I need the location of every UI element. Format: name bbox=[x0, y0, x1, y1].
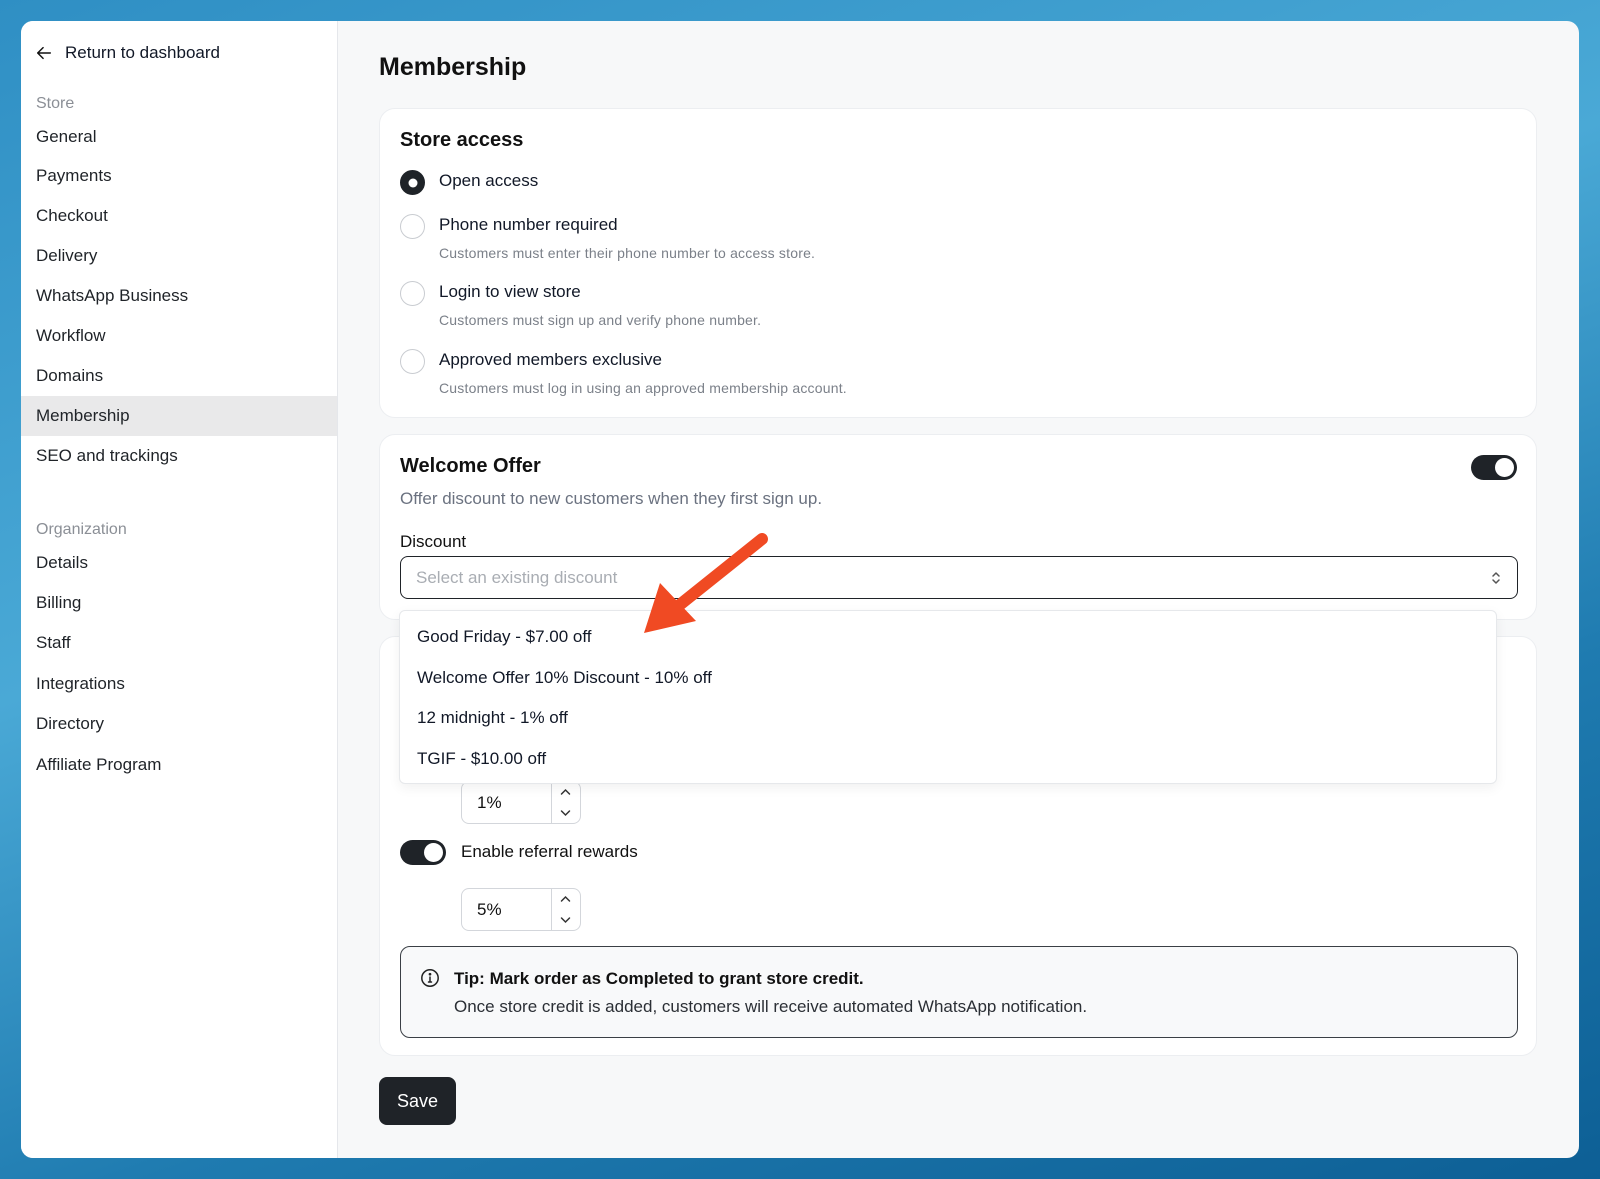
radio-open-access[interactable]: Open access bbox=[400, 170, 538, 195]
chevron-up-icon[interactable] bbox=[552, 782, 580, 803]
sidebar-item-directory[interactable]: Directory bbox=[21, 704, 337, 744]
store-access-title: Store access bbox=[400, 129, 524, 151]
chevron-up-down-icon bbox=[1492, 572, 1500, 584]
sidebar-item-seo-and-trackings[interactable]: SEO and trackings bbox=[21, 436, 337, 476]
arrow-left-icon bbox=[36, 46, 52, 60]
radio-description: Customers must sign up and verify phone … bbox=[439, 312, 762, 328]
tip-body: Once store credit is added, customers wi… bbox=[454, 997, 1088, 1016]
store-access-card: Store access Open access Phone number re… bbox=[379, 108, 1537, 418]
dropdown-option[interactable]: 12 midnight - 1% off bbox=[400, 698, 1496, 738]
radio-login-to-view-store[interactable]: Login to view store Customers must sign … bbox=[400, 281, 761, 328]
sidebar-item-checkout[interactable]: Checkout bbox=[21, 196, 337, 236]
tip-box: Tip: Mark order as Completed to grant st… bbox=[400, 946, 1518, 1038]
dropdown-option[interactable]: Welcome Offer 10% Discount - 10% off bbox=[400, 658, 1496, 698]
radio-button[interactable] bbox=[400, 281, 425, 306]
sidebar-item-whatsapp-business[interactable]: WhatsApp Business bbox=[21, 276, 337, 316]
radio-label: Phone number required bbox=[439, 215, 618, 234]
sidebar-item-general[interactable]: General bbox=[21, 117, 337, 157]
chevron-down-icon[interactable] bbox=[552, 803, 580, 824]
welcome-offer-card: Welcome Offer Offer discount to new cust… bbox=[379, 434, 1537, 620]
store-credit-stepper[interactable]: 1% bbox=[461, 781, 581, 824]
radio-label: Approved members exclusive bbox=[439, 350, 662, 369]
radio-phone-number-required[interactable]: Phone number required Customers must ent… bbox=[400, 214, 815, 261]
discount-dropdown-menu: Good Friday - $7.00 off Welcome Offer 10… bbox=[399, 610, 1497, 784]
welcome-offer-title: Welcome Offer bbox=[400, 455, 541, 477]
dropdown-option[interactable]: Good Friday - $7.00 off bbox=[400, 617, 1496, 657]
dropdown-option[interactable]: TGIF - $10.00 off bbox=[400, 739, 1496, 779]
sidebar-item-integrations[interactable]: Integrations bbox=[21, 664, 337, 704]
radio-label: Open access bbox=[439, 171, 539, 190]
store-credit-value: 1% bbox=[477, 792, 502, 812]
referral-stepper[interactable]: 5% bbox=[461, 888, 581, 931]
sidebar-item-payments[interactable]: Payments bbox=[21, 156, 337, 196]
sidebar-item-affiliate-program[interactable]: Affiliate Program bbox=[21, 745, 337, 785]
radio-button[interactable] bbox=[400, 214, 425, 239]
discount-label: Discount bbox=[400, 532, 467, 551]
main-content: Membership Store access Open access Phon… bbox=[338, 21, 1579, 1158]
radio-button-checked[interactable] bbox=[400, 170, 425, 195]
radio-approved-members-exclusive[interactable]: Approved members exclusive Customers mus… bbox=[400, 349, 847, 396]
sidebar: Return to dashboard Store General Paymen… bbox=[21, 21, 338, 1158]
sidebar-item-delivery[interactable]: Delivery bbox=[21, 236, 337, 276]
tip-title: Tip: Mark order as Completed to grant st… bbox=[454, 969, 864, 988]
discount-select-placeholder: Select an existing discount bbox=[416, 567, 618, 587]
referral-value: 5% bbox=[477, 899, 502, 919]
sidebar-item-workflow[interactable]: Workflow bbox=[21, 316, 337, 356]
sidebar-item-staff[interactable]: Staff bbox=[21, 623, 337, 663]
radio-button[interactable] bbox=[400, 349, 425, 374]
chevron-down-icon[interactable] bbox=[552, 910, 580, 931]
return-to-dashboard-link[interactable]: Return to dashboard bbox=[31, 39, 224, 67]
info-icon bbox=[421, 969, 439, 987]
sidebar-item-domains[interactable]: Domains bbox=[21, 356, 337, 396]
radio-description: Customers must enter their phone number … bbox=[439, 245, 816, 261]
return-to-dashboard-label: Return to dashboard bbox=[65, 43, 220, 62]
referral-rewards-label: Enable referral rewards bbox=[461, 842, 638, 861]
welcome-offer-subtitle: Offer discount to new customers when the… bbox=[400, 489, 823, 508]
page-title: Membership bbox=[379, 53, 527, 81]
sidebar-item-membership[interactable]: Membership bbox=[21, 396, 337, 436]
radio-label: Login to view store bbox=[439, 282, 581, 301]
discount-select[interactable]: Select an existing discount bbox=[400, 556, 1518, 599]
welcome-offer-toggle[interactable] bbox=[1471, 455, 1517, 480]
chevron-up-icon[interactable] bbox=[552, 889, 580, 910]
store-section-label: Store bbox=[36, 95, 75, 112]
sidebar-item-details[interactable]: Details bbox=[21, 543, 337, 583]
referral-rewards-toggle[interactable] bbox=[400, 840, 446, 865]
radio-description: Customers must log in using an approved … bbox=[439, 380, 847, 396]
save-button[interactable]: Save bbox=[379, 1077, 456, 1125]
sidebar-item-billing[interactable]: Billing bbox=[21, 583, 337, 623]
organization-section-label: Organization bbox=[36, 521, 127, 538]
settings-window: Return to dashboard Store General Paymen… bbox=[21, 21, 1579, 1158]
annotation-arrow-icon bbox=[644, 533, 768, 633]
